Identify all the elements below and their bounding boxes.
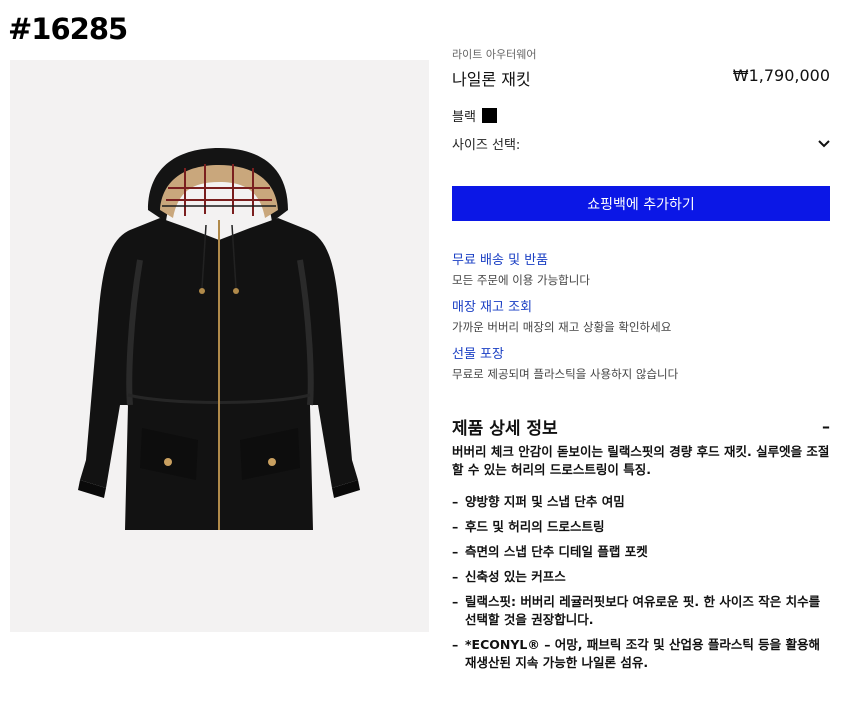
collapse-toggle-icon[interactable]: – [822, 417, 830, 436]
details-bullet: 신축성 있는 커프스 [452, 568, 830, 586]
product-price: ₩1,790,000 [732, 66, 830, 85]
details-body: 버버리 체크 안감이 돋보이는 릴랙스핏의 경량 후드 재킷. 실루엣을 조절할… [452, 443, 830, 679]
free-shipping-link[interactable]: 무료 배송 및 반품 [452, 249, 830, 268]
gift-wrap-desc: 무료로 제공되며 플라스틱을 사용하지 않습니다 [452, 367, 679, 381]
size-label: 사이즈 선택: [452, 138, 521, 153]
color-label: 블랙 [452, 110, 476, 125]
service-store-stock: 매장 재고 조회 가까운 버버리 매장의 재고 상황을 확인하세요 [452, 296, 830, 335]
product-category: 라이트 아우터웨어 [452, 48, 537, 61]
jacket-illustration [78, 148, 360, 530]
chevron-down-icon[interactable] [818, 136, 830, 152]
size-selector[interactable]: 사이즈 선택: [452, 134, 830, 153]
details-bullet: *ECONYL® – 어망, 패브릭 조각 및 산업용 플라스틱 등을 활용해 … [452, 636, 830, 672]
details-heading: 제품 상세 정보 [452, 419, 558, 439]
details-header[interactable]: 제품 상세 정보 – [452, 414, 830, 439]
details-bullet: 측면의 스냅 단추 디테일 플랩 포켓 [452, 543, 830, 561]
add-to-bag-button[interactable]: 쇼핑백에 추가하기 [452, 186, 830, 221]
details-bullet: 릴랙스핏: 버버리 레귤러핏보다 여유로운 핏. 한 사이즈 작은 치수를 선택… [452, 593, 830, 629]
color-swatch[interactable] [481, 108, 497, 123]
page-tag: #16285 [8, 12, 128, 46]
gift-wrap-link[interactable]: 선물 포장 [452, 343, 830, 362]
service-gift-wrap: 선물 포장 무료로 제공되며 플라스틱을 사용하지 않습니다 [452, 343, 830, 382]
store-stock-link[interactable]: 매장 재고 조회 [452, 296, 830, 315]
product-title: 나일론 재킷 [452, 70, 531, 89]
product-image[interactable] [10, 60, 429, 632]
details-bullet: 후드 및 허리의 드로스트링 [452, 518, 830, 536]
free-shipping-desc: 모든 주문에 이용 가능합니다 [452, 273, 590, 287]
details-intro: 버버리 체크 안감이 돋보이는 릴랙스핏의 경량 후드 재킷. 실루엣을 조절할… [452, 444, 830, 477]
color-selector[interactable]: 블랙 [452, 106, 497, 125]
details-bullet: 양방향 지퍼 및 스냅 단추 여밈 [452, 493, 830, 511]
details-list: 양방향 지퍼 및 스냅 단추 여밈 후드 및 허리의 드로스트링 측면의 스냅 … [452, 493, 830, 672]
store-stock-desc: 가까운 버버리 매장의 재고 상황을 확인하세요 [452, 320, 672, 334]
service-free-shipping: 무료 배송 및 반품 모든 주문에 이용 가능합니다 [452, 249, 830, 288]
